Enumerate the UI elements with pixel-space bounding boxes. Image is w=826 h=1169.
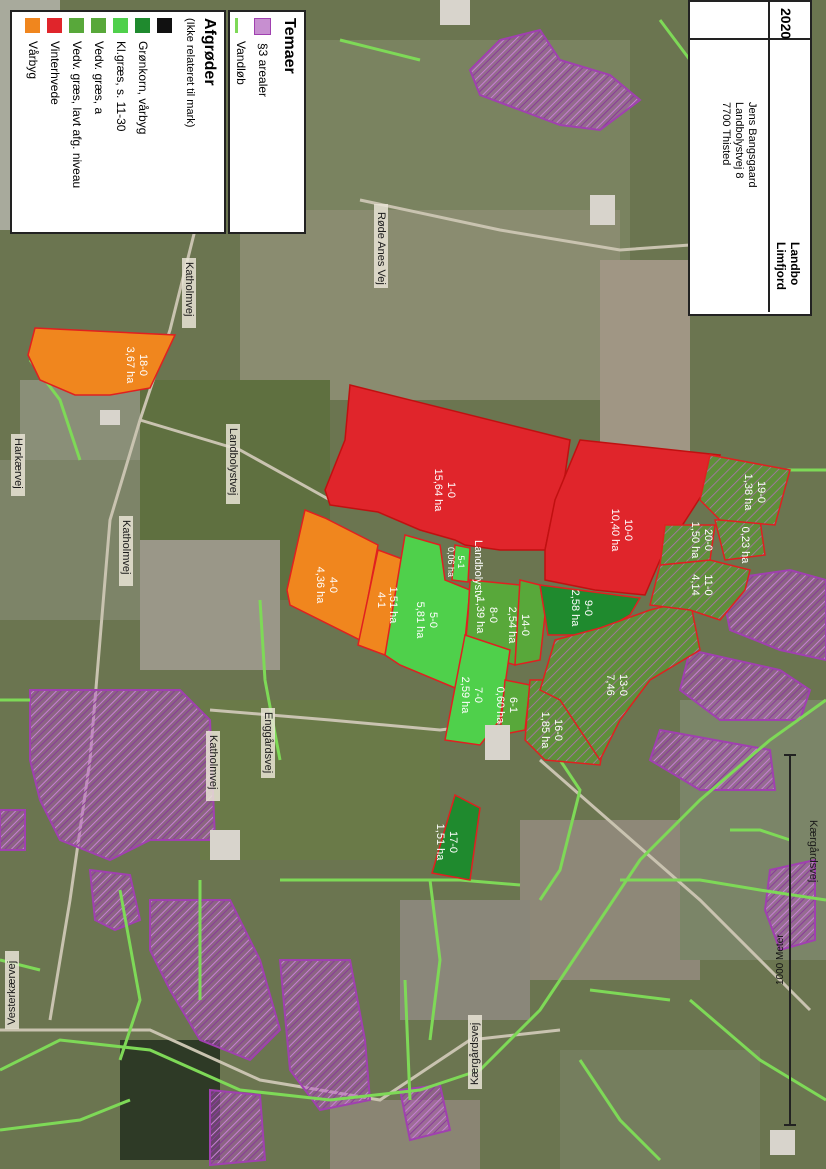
field-5-area: 5,81 ha — [414, 602, 426, 640]
themes-title: Temaer — [281, 18, 298, 74]
field-11-area: 4,14 — [689, 574, 701, 595]
legend-row-gronkorn: Grønkorn, vårbyg — [132, 18, 154, 188]
field-20-name: 20-0 — [702, 529, 714, 551]
field-19-name: 19-0 — [755, 481, 767, 503]
road-kaergardsvej-north: Kærgårdsvej — [807, 820, 819, 882]
field-7-area: 2,59 ha — [459, 677, 471, 715]
field-4-1-name: 4-1 — [375, 592, 387, 608]
legend-swatch-s3 — [253, 18, 271, 35]
field-11-name: 11-0 — [702, 574, 714, 595]
legend-crops: Afgrøder (Ikke relateret til mark) Grønk… — [10, 10, 226, 234]
field-1-name: 1-0 — [445, 482, 457, 498]
field-10-name: 10-0 — [622, 519, 634, 541]
farm-info-box: 2020 Jens Bangsgaard Landbolystvej 8 770… — [688, 0, 812, 316]
field-7-name: 7-0 — [472, 687, 484, 703]
farm-year: 2020 — [778, 8, 794, 40]
legend-row-s3: §3 arealer — [252, 18, 274, 97]
field-small-name: 5-1 — [456, 555, 466, 568]
legend-swatch-klgraes — [112, 18, 128, 33]
legend-swatch-varbyg — [24, 18, 40, 33]
road-vesterkaervej: Vesterkærvej — [6, 961, 18, 1025]
road-katholmvej-north: Katholmvej — [183, 262, 195, 316]
farm-city: 7700 Thisted — [720, 102, 732, 166]
legend-subtitle: (Ikke relateret til mark) — [184, 18, 196, 128]
legend-row-vandlob: Vandløb — [230, 18, 252, 97]
field-13-name: 13-0 — [617, 674, 629, 696]
road-rode-anes-vej: Røde Anes Vej — [375, 212, 387, 285]
farm-street: Landbolystvej 8 — [733, 102, 745, 179]
field-20-area: 1,50 ha — [689, 522, 701, 560]
legend-themes: Temaer §3 arealer Vandløb — [228, 10, 306, 234]
legend-row-varbyg: Vårbyg — [22, 18, 44, 188]
field-6-1-name: 6-1 — [507, 697, 519, 713]
road-landbolystv: Landbolystv — [472, 540, 484, 599]
road-katholmvej-mid: Katholmvej — [120, 520, 132, 574]
legend-swatch-vedv-lavt — [68, 18, 84, 33]
field-16-area: 1,85 ha — [539, 712, 551, 750]
field-19-area: 1,38 ha — [742, 474, 754, 512]
field-1-area: 15,64 ha — [432, 469, 444, 513]
farm-owner: Jens Bangsgaard — [746, 102, 758, 188]
field-10-area: 10,40 ha — [609, 509, 621, 553]
field-5-name: 5-0 — [427, 612, 439, 628]
field-17-area: 1,51 ha — [434, 824, 446, 862]
road-landbolystvej: Landbolystvej — [227, 428, 239, 495]
legend-title: Afgrøder — [201, 18, 218, 86]
field-small-area: 0,06 ha — [446, 547, 456, 577]
road-harkaervej: Harkærvej — [12, 438, 24, 489]
legend-row-vedv-lavt: Vedv. græs, lavt afg. niveau — [66, 18, 88, 188]
farm-org-line2: Limfjord — [774, 242, 788, 290]
legend-swatch-vandlob — [234, 18, 246, 33]
field-17-name: 17-0 — [447, 831, 459, 853]
field-18-area: 3,67 ha — [124, 347, 136, 385]
legend-swatch-vedv-a — [90, 18, 106, 33]
legend-swatch-gronkorn — [134, 18, 150, 33]
field-4-name: 4-0 — [327, 577, 339, 593]
field-8-name: 8-0 — [487, 607, 499, 623]
field-21-name: 0,23 ha — [739, 527, 751, 565]
field-8-area: 1,39 ha — [474, 597, 486, 635]
field-6-1-area: 0,60 ha — [494, 687, 506, 725]
legend-swatch-vinterhvede — [46, 18, 62, 33]
field-16-name: 16-0 — [552, 719, 564, 741]
farm-org-line1: Landbo — [788, 242, 802, 286]
road-katholmvej-south: Katholmvej — [207, 735, 219, 789]
field-4-area: 4,36 ha — [314, 567, 326, 605]
road-kaergardsvej: Kærgårdsvej — [469, 1023, 481, 1085]
field-9-area: 2,58 ha — [569, 590, 581, 628]
field-14-name: 14-0 — [519, 614, 531, 636]
field-13-area: 7,46 — [604, 674, 616, 695]
field-9-name: 9-0 — [582, 600, 594, 616]
field-18-name: 18-0 — [137, 354, 149, 376]
scale-label: 1000 Meter — [775, 934, 786, 985]
field-14-area: 2,54 ha — [506, 607, 518, 645]
legend-row-unrelated — [154, 18, 176, 188]
legend-swatch-black — [156, 18, 172, 33]
legend-row-vinterhvede: Vinterhvede — [44, 18, 66, 188]
road-enggardsvej: Enggårdsvej — [262, 712, 274, 773]
legend-row-vedv-a: Vedv. græs, a — [88, 18, 110, 188]
field-5-1-area: 1,51 ha — [387, 587, 399, 625]
legend-row-klgraes: Kl.græs, s. 11-30 — [110, 18, 132, 188]
